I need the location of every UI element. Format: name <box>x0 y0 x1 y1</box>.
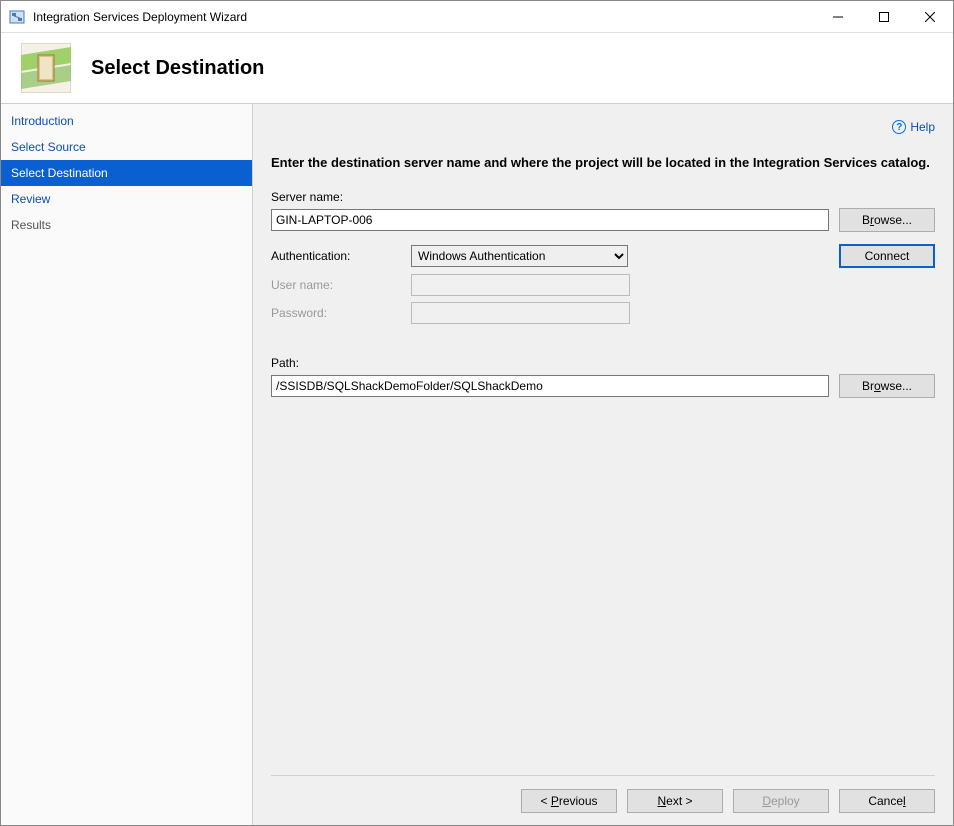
wizard-body: Introduction Select Source Select Destin… <box>1 103 953 825</box>
connect-button[interactable]: Connect <box>839 244 935 268</box>
intro-text: Enter the destination server name and wh… <box>271 154 935 172</box>
help-link[interactable]: ? Help <box>892 120 935 134</box>
maximize-button[interactable] <box>861 1 907 32</box>
next-button[interactable]: Next > <box>627 789 723 813</box>
cancel-button[interactable]: Cancel <box>839 789 935 813</box>
server-name-label: Server name: <box>271 190 935 204</box>
wizard-content: ? Help Enter the destination server name… <box>253 104 953 825</box>
titlebar: Integration Services Deployment Wizard <box>1 1 953 33</box>
close-button[interactable] <box>907 1 953 32</box>
wizard-footer: < Previous Next > Deploy Cancel <box>271 775 935 817</box>
help-icon: ? <box>892 120 906 134</box>
path-input[interactable] <box>271 375 829 397</box>
sidebar-item-results: Results <box>1 212 252 238</box>
wizard-sidebar: Introduction Select Source Select Destin… <box>1 104 253 825</box>
browse-path-button[interactable]: Browse... <box>839 374 935 398</box>
password-label: Password: <box>271 306 411 320</box>
minimize-button[interactable] <box>815 1 861 32</box>
previous-button[interactable]: < Previous <box>521 789 617 813</box>
sidebar-item-introduction[interactable]: Introduction <box>1 108 252 134</box>
wizard-icon <box>21 43 71 93</box>
sidebar-item-select-destination[interactable]: Select Destination <box>1 160 252 186</box>
sidebar-item-review[interactable]: Review <box>1 186 252 212</box>
wizard-window: Integration Services Deployment Wizard S… <box>0 0 954 826</box>
browse-server-button[interactable]: Browse... <box>839 208 935 232</box>
authentication-select[interactable]: Windows Authentication <box>411 245 628 267</box>
user-name-input <box>411 274 630 296</box>
user-name-label: User name: <box>271 278 411 292</box>
page-title: Select Destination <box>91 57 264 80</box>
help-label: Help <box>910 120 935 134</box>
deploy-button: Deploy <box>733 789 829 813</box>
wizard-header: Select Destination <box>1 33 953 103</box>
app-icon <box>9 9 25 25</box>
path-label: Path: <box>271 356 935 370</box>
window-title: Integration Services Deployment Wizard <box>33 10 247 24</box>
server-name-input[interactable] <box>271 209 829 231</box>
sidebar-item-select-source[interactable]: Select Source <box>1 134 252 160</box>
authentication-label: Authentication: <box>271 249 411 263</box>
password-input <box>411 302 630 324</box>
